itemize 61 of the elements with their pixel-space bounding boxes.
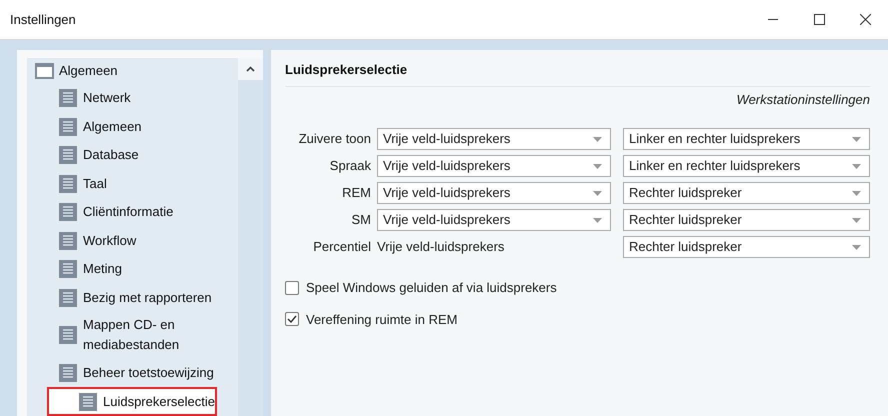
document-icon <box>79 392 97 411</box>
dropdown[interactable]: Linker en rechter luidsprekers <box>623 128 870 150</box>
tree-item[interactable]: Meting <box>27 254 238 284</box>
tree-item[interactable]: Netwerk <box>27 84 238 112</box>
dropdown-arrow-icon <box>593 190 602 196</box>
tree-item[interactable]: Workflow <box>27 226 238 255</box>
document-icon <box>59 203 77 222</box>
section-title: Luidsprekerselectie <box>285 60 870 86</box>
chevron-up-icon <box>246 66 255 72</box>
document-icon <box>59 89 77 108</box>
section-subtitle: Werkstationinstellingen <box>736 90 870 109</box>
scroll-up-button[interactable] <box>238 58 263 80</box>
document-icon <box>59 326 77 344</box>
dropdown-arrow-icon <box>852 164 861 168</box>
tree-item[interactable]: Taal <box>27 169 238 198</box>
document-icon <box>59 260 77 278</box>
dropdown-arrow-icon <box>593 218 602 222</box>
document-icon <box>59 288 77 307</box>
dropdown[interactable]: Vrije veld-luidsprekers <box>377 128 611 150</box>
tree-item[interactable]: Luidsprekerselectie <box>47 387 217 416</box>
minimize-icon <box>768 19 778 20</box>
tree-item[interactable]: Database <box>27 140 238 170</box>
folder-icon <box>35 62 54 79</box>
checkbox-label: Speel Windows geluiden af via luidsprekers <box>306 279 557 297</box>
row-label: Spraak <box>330 157 371 176</box>
row-label: REM <box>342 184 371 202</box>
tree-item[interactable]: Algemeen <box>27 112 238 141</box>
checkbox[interactable] <box>285 280 299 295</box>
dropdown[interactable]: Rechter luidspreker <box>623 209 870 231</box>
dropdown[interactable]: Linker en rechter luidsprekers <box>623 155 870 177</box>
tree-item[interactable]: Cliëntinformatie <box>27 198 238 226</box>
tree-item[interactable]: Algemeen <box>27 58 238 84</box>
dropdown[interactable]: Rechter luidspreker <box>623 182 870 204</box>
dropdown-arrow-icon <box>852 244 861 250</box>
dropdown-arrow-icon <box>852 218 861 222</box>
dropdown[interactable]: Vrije veld-luidsprekers <box>377 209 611 231</box>
dropdown-arrow-icon <box>593 136 602 142</box>
document-icon <box>59 146 77 164</box>
dropdown-arrow-icon <box>852 136 861 142</box>
checkbox-label: Vereffening ruimte in REM <box>306 310 458 329</box>
maximize-icon <box>814 14 824 25</box>
value-text: Vrije veld-luidsprekers <box>377 238 504 256</box>
dropdown[interactable]: Vrije veld-luidsprekers <box>377 155 611 177</box>
tree-item[interactable]: Mappen CD- en mediabestanden <box>27 312 238 359</box>
check-icon <box>287 315 297 324</box>
row-label: SM <box>352 211 371 230</box>
window-title: Instellingen <box>9 10 76 29</box>
row-label: Percentiel <box>313 238 371 256</box>
document-icon <box>59 118 77 136</box>
dropdown-arrow-icon <box>593 164 602 168</box>
tree-item[interactable]: Bezig met rapporteren <box>27 283 238 312</box>
dropdown[interactable]: Vrije veld-luidsprekers <box>377 182 611 204</box>
tree-item[interactable]: Beheer toetstoewijzing <box>27 358 238 388</box>
document-icon <box>59 364 77 382</box>
document-icon <box>59 174 77 193</box>
row-label: Zuivere toon <box>298 130 371 148</box>
close-icon <box>860 14 870 25</box>
dropdown[interactable]: Rechter luidspreker <box>623 236 870 258</box>
checkbox[interactable] <box>285 312 299 326</box>
dropdown-arrow-icon <box>852 190 861 196</box>
document-icon <box>59 232 77 250</box>
